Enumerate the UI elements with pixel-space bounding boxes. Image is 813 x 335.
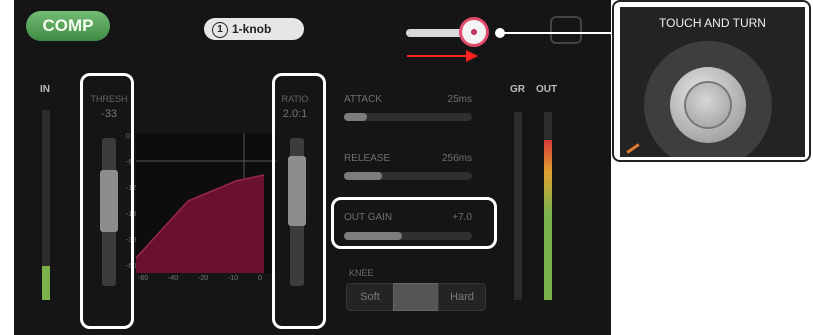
one-knob-label: 1-knob: [232, 22, 272, 36]
touch-and-turn-callout: TOUCH AND TURN: [612, 0, 811, 162]
graph-x-tick: 0: [258, 275, 262, 282]
release-slider-fill: [344, 172, 383, 180]
release-slider[interactable]: [344, 172, 472, 180]
comp-button[interactable]: COMP: [26, 11, 110, 41]
gr-meter-label: GR: [510, 84, 525, 95]
attack-value: 25ms: [447, 94, 472, 105]
graph-x-tick: -20: [198, 275, 209, 282]
out-meter: [544, 112, 552, 300]
out-gain-highlight-box: [331, 197, 497, 249]
knee-mid-button[interactable]: [393, 283, 439, 311]
one-knob-button[interactable]: 1 1-knob: [204, 18, 304, 40]
release-value: 256ms: [441, 153, 472, 164]
dial-center: [686, 83, 730, 127]
compression-curve-fill: [136, 175, 264, 273]
knee-title: KNEE: [349, 268, 374, 278]
threshold-highlight-box: [80, 73, 134, 329]
knee-hard-button[interactable]: Hard: [438, 283, 486, 311]
in-meter-label: IN: [40, 84, 50, 95]
attack-slider[interactable]: [344, 113, 472, 121]
red-arrow-head-icon: [466, 50, 478, 62]
red-arrow-icon: [407, 55, 469, 57]
knee-soft-button[interactable]: Soft: [346, 283, 394, 311]
graph-x-tick: -10: [228, 275, 239, 282]
attack-title: ATTACK: [344, 94, 382, 105]
callout-title: TOUCH AND TURN: [659, 16, 766, 30]
gr-meter: [514, 112, 522, 300]
in-meter: [42, 110, 50, 300]
attack-slider-fill: [344, 113, 368, 121]
settings-icon[interactable]: [550, 16, 582, 44]
callout-image: TOUCH AND TURN: [620, 7, 805, 157]
one-knob-level-slider[interactable]: [406, 29, 466, 37]
one-knob-number-icon: 1: [212, 21, 228, 38]
graph-x-tick: -60: [138, 275, 149, 282]
callout-leader-line: [500, 32, 614, 34]
ratio-highlight-box: [272, 73, 326, 329]
out-meter-fill: [544, 140, 552, 300]
orange-stripe: [626, 143, 640, 154]
compressor-graph: [135, 133, 276, 273]
callout-leader-dot: [495, 28, 505, 38]
in-meter-fill: [42, 265, 50, 300]
release-title: RELEASE: [344, 153, 391, 164]
knob-handle-icon[interactable]: [462, 20, 486, 44]
graph-x-tick: -40: [168, 275, 179, 282]
out-meter-label: OUT: [536, 84, 558, 95]
